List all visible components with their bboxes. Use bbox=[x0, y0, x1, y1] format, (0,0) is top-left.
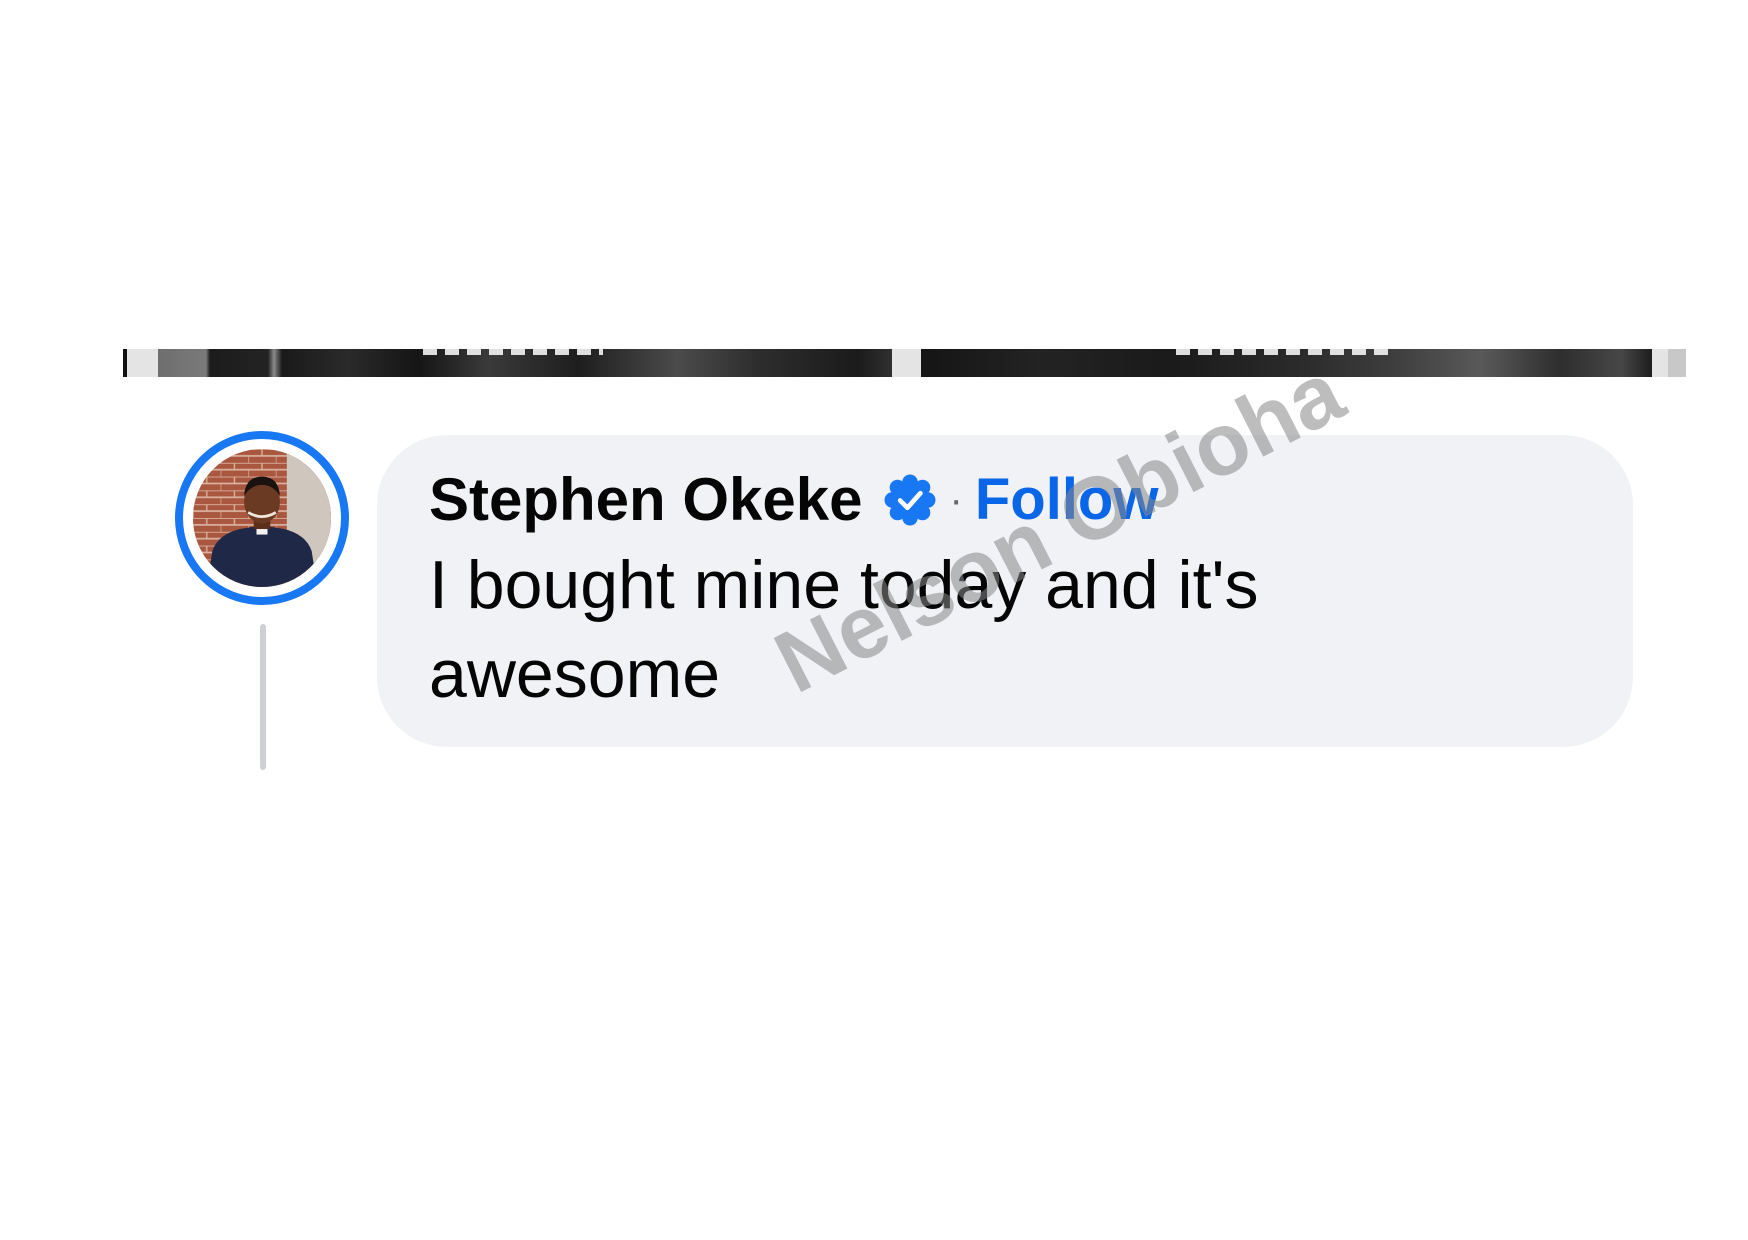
cropped-caption-left bbox=[423, 349, 603, 355]
strip-edge bbox=[123, 349, 127, 377]
profile-photo-icon bbox=[193, 449, 331, 587]
comment-text: I bought mine today and it's awesome bbox=[429, 547, 1259, 712]
verified-badge-icon bbox=[884, 474, 936, 526]
avatar[interactable] bbox=[175, 431, 349, 605]
comment-header: Stephen Okeke · Follow bbox=[429, 464, 1158, 536]
reply-thread-line bbox=[260, 624, 266, 770]
strip-edge-right bbox=[1668, 349, 1686, 377]
follow-button[interactable]: Follow bbox=[975, 464, 1159, 536]
separator-dot: · bbox=[949, 478, 963, 522]
cropped-caption-right bbox=[1176, 349, 1394, 355]
author-name[interactable]: Stephen Okeke bbox=[429, 464, 863, 536]
post-image-strip[interactable] bbox=[123, 349, 1686, 377]
